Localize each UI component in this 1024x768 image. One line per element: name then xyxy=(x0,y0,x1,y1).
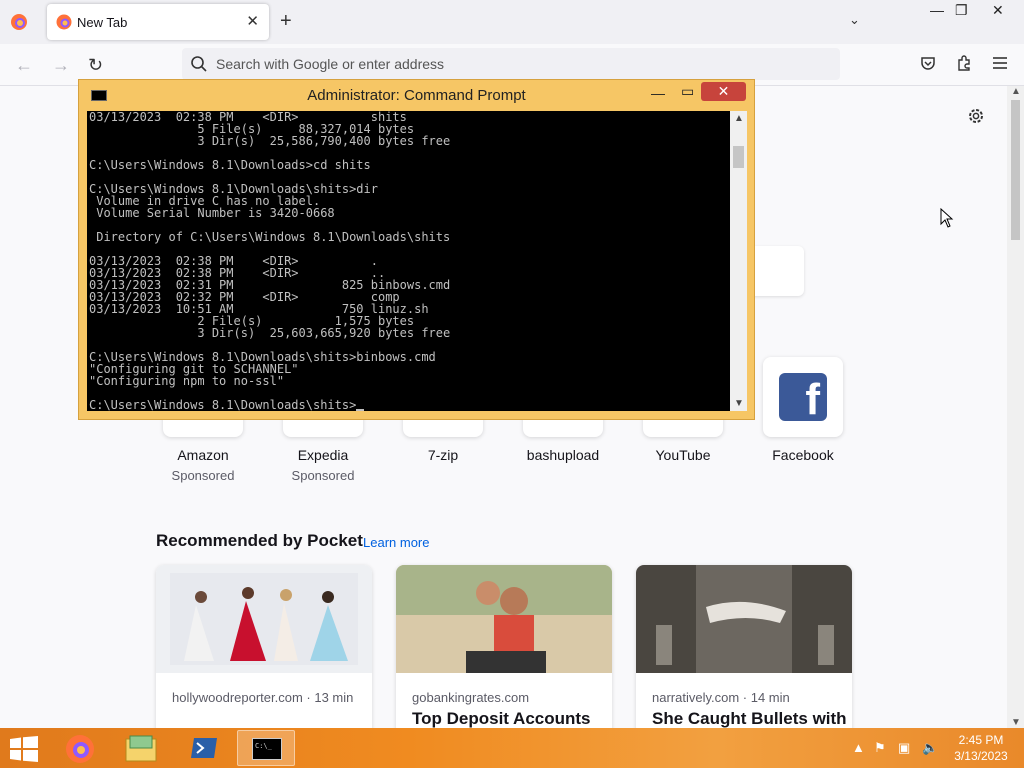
minimize-icon[interactable]: — xyxy=(651,85,665,101)
story-source: gobankingrates.com xyxy=(412,690,530,705)
console-line: "Configuring npm to no-ssl" xyxy=(89,374,285,388)
system-clock[interactable]: 2:45 PM 3/13/2023 xyxy=(950,732,1012,764)
maximize-icon[interactable]: ▭ xyxy=(681,83,694,100)
extensions-icon[interactable] xyxy=(955,54,973,72)
command-prompt-window[interactable]: Administrator: Command Prompt — ▭ ✕ 03/1… xyxy=(78,79,755,420)
console-line: Directory of C:\Users\Windows 8.1\Downlo… xyxy=(89,230,451,244)
taskbar-powershell[interactable] xyxy=(175,730,233,766)
back-arrow-icon[interactable]: ← xyxy=(15,55,33,76)
taskbar-file-explorer[interactable] xyxy=(113,730,171,766)
show-hidden-icons-icon[interactable]: ▲ xyxy=(852,740,865,755)
scroll-down-icon[interactable]: ▼ xyxy=(734,398,744,409)
close-tab-icon[interactable]: ✕ xyxy=(246,12,259,30)
console-line: 3 Dir(s) 25,586,790,400 bytes free xyxy=(89,134,451,148)
pocket-card[interactable]: hollywoodreporter.com · 13 min xyxy=(156,565,372,735)
forward-arrow-icon[interactable]: → xyxy=(52,55,70,76)
shortcut-label[interactable]: Amazon xyxy=(143,447,263,463)
windows-start-icon[interactable] xyxy=(10,736,38,762)
clock-time: 2:45 PM xyxy=(958,733,1004,747)
taskbar-firefox[interactable] xyxy=(52,730,110,766)
network-icon[interactable]: ▣ xyxy=(898,740,910,756)
shortcut-label[interactable]: YouTube xyxy=(623,447,743,463)
volume-muted-icon[interactable]: 🔈 xyxy=(922,740,938,756)
tab-bar: New Tab ✕ + ⌄ — ❐ ✕ xyxy=(0,0,1024,44)
console-line: Volume Serial Number is 3420-0668 xyxy=(89,206,335,220)
powershell-icon xyxy=(191,738,217,758)
cmd-icon: C:\_ xyxy=(252,738,282,760)
console-line: C:\Users\Windows 8.1\Downloads>cd shits xyxy=(89,158,371,172)
scroll-up-icon[interactable]: ▲ xyxy=(734,113,744,124)
url-input[interactable] xyxy=(216,53,816,75)
hamburger-menu-icon[interactable] xyxy=(991,54,1009,72)
story-image xyxy=(156,565,372,673)
close-icon[interactable]: ✕ xyxy=(701,82,746,101)
scrollbar-thumb[interactable] xyxy=(1011,100,1020,240)
story-source: hollywoodreporter.com · 13 min xyxy=(172,690,354,705)
console-line: 3 Dir(s) 25,603,665,920 bytes free xyxy=(89,326,451,340)
mouse-cursor-icon xyxy=(940,208,954,228)
firefox-icon xyxy=(56,14,72,30)
pocket-card[interactable]: narratively.com · 14 min She Caught Bull… xyxy=(636,565,852,735)
pocket-card[interactable]: gobankingrates.com Top Deposit Accounts xyxy=(396,565,612,735)
cmd-titlebar[interactable]: Administrator: Command Prompt — ▭ ✕ xyxy=(79,80,754,110)
pocket-heading: Recommended by Pocket xyxy=(156,531,363,550)
minimize-icon[interactable]: — xyxy=(930,2,944,22)
sponsored-label: Sponsored xyxy=(171,468,235,483)
folder-icon xyxy=(125,735,157,762)
scrollbar-thumb[interactable] xyxy=(733,146,744,168)
tab-new-tab[interactable]: New Tab ✕ xyxy=(47,4,269,40)
story-image xyxy=(636,565,852,673)
reload-icon[interactable]: ↻ xyxy=(88,55,103,76)
firefox-view-icon[interactable] xyxy=(10,13,28,31)
cmd-scrollbar[interactable]: ▲ ▼ xyxy=(730,111,747,411)
console-output[interactable]: 03/13/2023 02:38 PM <DIR> shits 5 File(s… xyxy=(87,111,730,411)
chevron-down-icon[interactable]: ⌄ xyxy=(849,12,860,28)
shortcut-label[interactable]: bashupload xyxy=(503,447,623,463)
console-line: C:\Users\Windows 8.1\Downloads\shits> xyxy=(89,399,730,411)
shortcut-label[interactable]: Facebook xyxy=(743,447,863,463)
story-image xyxy=(396,565,612,673)
window-close-icon[interactable]: ✕ xyxy=(992,2,1004,22)
page-scrollbar[interactable]: ▲ ▼ xyxy=(1007,86,1024,728)
taskbar-cmd[interactable]: C:\_ xyxy=(237,730,295,766)
search-icon xyxy=(191,56,207,72)
facebook-logo-icon: f xyxy=(779,373,827,424)
shortcut-label[interactable]: Expedia xyxy=(263,447,383,463)
scroll-up-icon[interactable]: ▲ xyxy=(1011,86,1021,97)
text-cursor xyxy=(356,409,365,411)
tab-title: New Tab xyxy=(77,15,128,30)
firefox-icon xyxy=(66,735,94,763)
learn-more-link[interactable]: Learn more xyxy=(363,535,429,550)
shortcut-label[interactable]: 7-zip xyxy=(383,447,503,463)
story-title[interactable]: Top Deposit Accounts xyxy=(412,709,591,729)
clock-date: 3/13/2023 xyxy=(954,749,1008,763)
action-center-flag-icon[interactable]: ⚑ xyxy=(874,740,886,756)
sponsored-label: Sponsored xyxy=(291,468,355,483)
pocket-icon[interactable] xyxy=(919,54,937,72)
gear-icon[interactable] xyxy=(966,106,986,126)
search-box-edge[interactable] xyxy=(752,246,804,296)
shortcut-facebook[interactable]: f xyxy=(763,357,843,437)
taskbar: C:\_ ▲ ⚑ ▣ 🔈 2:45 PM 3/13/2023 xyxy=(0,728,1024,768)
restore-icon[interactable]: ❐ xyxy=(955,2,968,22)
scroll-down-icon[interactable]: ▼ xyxy=(1011,717,1021,728)
svg-text:C:\_: C:\_ xyxy=(255,742,273,750)
new-tab-icon[interactable]: + xyxy=(280,10,292,33)
story-source: narratively.com · 14 min xyxy=(652,690,790,705)
address-bar[interactable] xyxy=(182,48,840,80)
story-title[interactable]: She Caught Bullets with xyxy=(652,709,847,729)
